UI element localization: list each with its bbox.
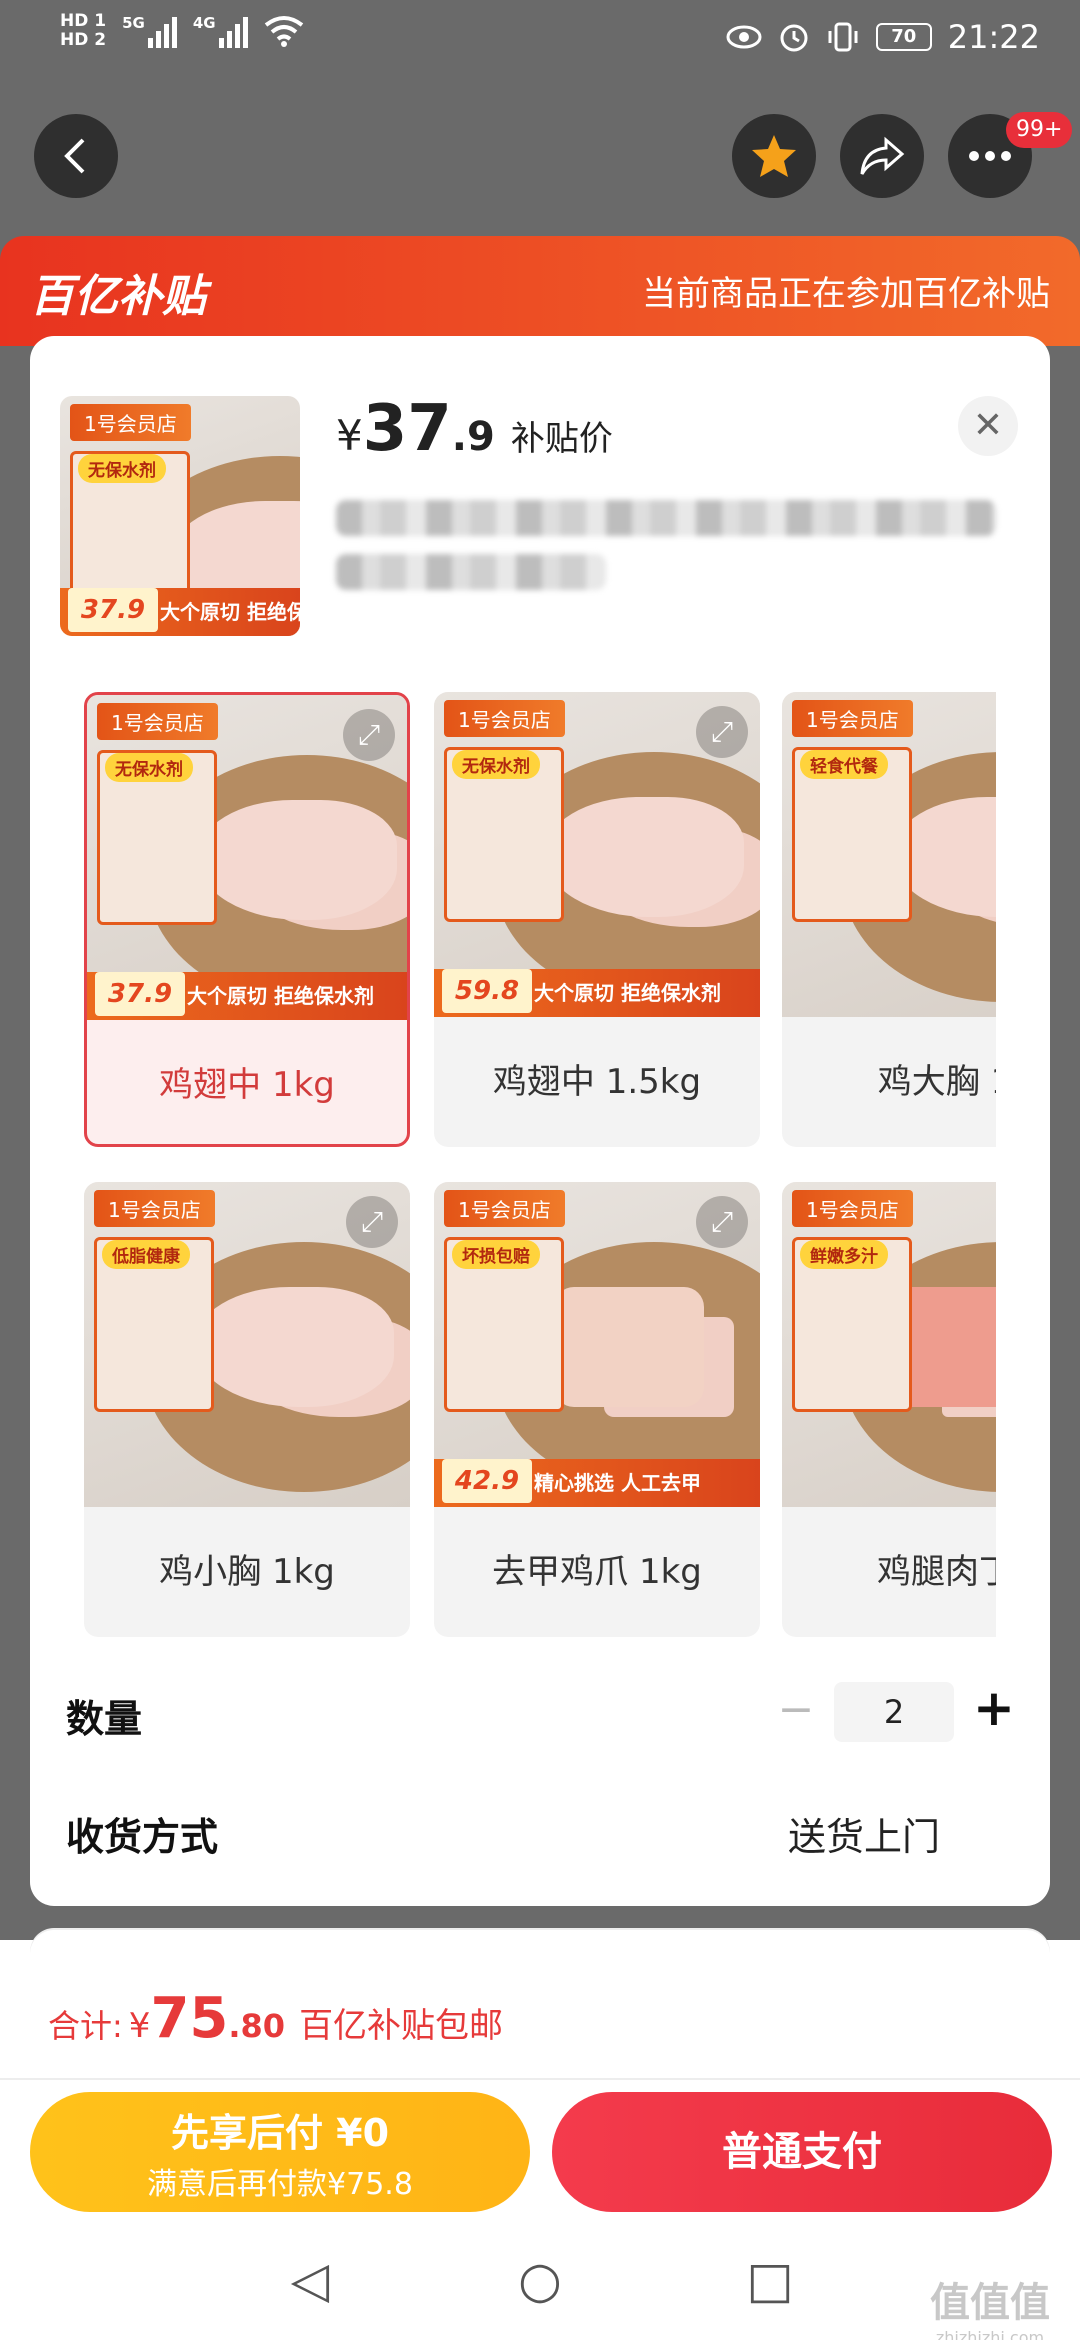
pay-later-button[interactable]: 先享后付 ¥0 满意后再付款¥75.8 <box>30 2092 530 2212</box>
variant-card[interactable]: 1号会员店 低脂健康 ⤢ 鸡小胸 1kg <box>84 1182 410 1637</box>
back-arrow-icon <box>64 138 85 174</box>
wifi-icon <box>264 16 303 47</box>
quantity-label: 数量 <box>66 1697 143 1741</box>
variant-card[interactable]: 1号会员店 无保水剂 大个原切 拒绝保水剂 59.8 ⤢ 鸡翅中 1.5kg <box>434 692 760 1147</box>
more-icon <box>969 151 1011 161</box>
share-button[interactable] <box>840 114 924 198</box>
variant-tag: 低脂健康 <box>102 1240 190 1269</box>
section-divider-card <box>30 1930 1050 1960</box>
variant-tag: 无保水剂 <box>105 753 193 782</box>
variant-label: 鸡小胸 1kg <box>159 1552 335 1592</box>
price-tag: 补贴价 <box>510 419 613 459</box>
brand-badge: 1号会员店 <box>444 700 565 737</box>
delivery-label: 收货方式 <box>66 1815 219 1859</box>
notification-badge: 99+ <box>1006 112 1073 148</box>
variant-label: 鸡翅中 1.5kg <box>492 1062 702 1102</box>
price-integer: 37 <box>362 392 452 466</box>
watermark-main: 值值值 <box>930 2280 1050 2326</box>
hd2-indicator: HD 2 <box>60 30 107 50</box>
system-back-icon[interactable]: ◁ <box>280 2250 340 2310</box>
variant-tag: 无保水剂 <box>452 750 540 779</box>
product-price: ¥ 37 .9 补贴价 <box>336 392 613 466</box>
watermark-logo: 值值值 zhizhizhi.com <box>930 2270 1050 2340</box>
close-button[interactable]: ✕ <box>958 396 1018 456</box>
brand-badge: 1号会员店 <box>97 703 218 740</box>
blurred-product-title <box>336 500 1016 610</box>
variant-price: 42.9 <box>442 1459 532 1503</box>
product-thumbnail[interactable]: 1号会员店 无保水剂 大个原切 拒绝保水剂 37.9 <box>60 396 300 636</box>
total-currency: ¥ <box>128 2006 151 2046</box>
thumb-price: 37.9 <box>68 588 158 632</box>
alarm-icon <box>780 24 808 52</box>
variant-price: 37.9 <box>95 972 185 1016</box>
back-button[interactable] <box>34 114 118 198</box>
status-left: HD 1 HD 2 5G 4G <box>60 12 304 50</box>
system-recent-icon[interactable]: □ <box>740 2250 800 2310</box>
hd1-indicator: HD 1 <box>60 11 107 31</box>
price-currency: ¥ <box>336 411 363 460</box>
clock: 21:22 <box>947 18 1040 56</box>
signal-5g-icon: 5G <box>122 14 177 48</box>
variant-label: 鸡大胸 1 <box>877 1062 996 1102</box>
variant-card[interactable]: 1号会员店 轻食代餐 鸡大胸 1 <box>782 692 996 1147</box>
network-4g-label: 4G <box>192 14 216 32</box>
brand-badge: 1号会员店 <box>792 700 913 737</box>
subsidy-logo: 百亿补贴 <box>30 271 206 322</box>
variant-card[interactable]: 1号会员店 鲜嫩多汁 鸡腿肉丁 <box>782 1182 996 1637</box>
brand-badge: 1号会员店 <box>792 1190 913 1227</box>
eye-icon <box>726 25 762 49</box>
price-decimal: .9 <box>451 414 495 460</box>
signal-4g-icon: 4G <box>193 14 248 48</box>
total-integer: 75 <box>150 1986 229 2051</box>
variant-tag: 鲜嫩多汁 <box>800 1240 888 1269</box>
variant-grid: 1号会员店 无保水剂 大个原切 拒绝保水剂 37.9 ⤢ 鸡翅中 1kg 1号会… <box>82 690 996 1645</box>
variant-tag: 轻食代餐 <box>800 750 888 779</box>
expand-icon[interactable]: ⤢ <box>346 1196 398 1248</box>
divider <box>0 2078 1080 2080</box>
variant-label: 鸡腿肉丁 <box>877 1552 996 1592</box>
total-label: 合计: <box>48 2007 123 2045</box>
brand-badge: 1号会员店 <box>94 1190 215 1227</box>
share-icon <box>860 136 905 175</box>
variant-price: 59.8 <box>442 969 532 1013</box>
vibrate-icon <box>828 22 858 52</box>
variant-card[interactable]: 1号会员店 无保水剂 大个原切 拒绝保水剂 37.9 ⤢ 鸡翅中 1kg <box>84 692 410 1147</box>
expand-icon[interactable]: ⤢ <box>343 709 395 761</box>
total-decimal: .80 <box>228 2007 286 2045</box>
status-right: 70 21:22 <box>726 18 1040 56</box>
subsidy-note: 当前商品正在参加百亿补贴 <box>642 274 1050 314</box>
subsidy-banner: 百亿补贴 当前商品正在参加百亿补贴 <box>0 236 1080 346</box>
battery-indicator: 70 <box>875 23 932 51</box>
hd-indicators: HD 1 HD 2 <box>60 12 106 50</box>
brand-badge: 1号会员店 <box>444 1190 565 1227</box>
quantity-decrease-button[interactable]: − <box>776 1688 816 1732</box>
expand-icon[interactable]: ⤢ <box>696 706 748 758</box>
delivery-method[interactable]: 送货上门 <box>788 1806 940 1861</box>
variant-image: 1号会员店 鲜嫩多汁 <box>782 1182 996 1507</box>
status-bar: HD 1 HD 2 5G 4G 70 21:22 <box>0 0 1080 80</box>
variant-image: 1号会员店 轻食代餐 <box>782 692 996 1017</box>
quantity-increase-button[interactable]: + <box>972 1683 1016 1733</box>
normal-pay-button[interactable]: 普通支付 <box>552 2092 1052 2212</box>
system-home-icon[interactable]: ○ <box>510 2250 570 2310</box>
order-total: 合计: ¥ 75 .80 百亿补贴包邮 <box>48 1986 503 2051</box>
thumb-tag: 无保水剂 <box>78 454 166 483</box>
pay-later-title: 先享后付 ¥0 <box>170 2111 390 2155</box>
expand-icon[interactable]: ⤢ <box>696 1196 748 1248</box>
pay-later-subtitle: 满意后再付款¥75.8 <box>147 2167 413 2202</box>
network-5g-label: 5G <box>122 14 145 32</box>
favorite-button[interactable] <box>732 114 816 198</box>
variant-tag: 坏损包赔 <box>452 1240 540 1269</box>
brand-badge: 1号会员店 <box>70 404 191 441</box>
variant-label: 去甲鸡爪 1kg <box>492 1552 702 1592</box>
variant-card[interactable]: 1号会员店 坏损包赔 精心挑选 人工去甲 42.9 ⤢ 去甲鸡爪 1kg <box>434 1182 760 1637</box>
star-icon <box>752 135 796 177</box>
total-note: 百亿补贴包邮 <box>299 2006 504 2046</box>
variant-label: 鸡翅中 1kg <box>159 1065 335 1105</box>
close-icon: ✕ <box>972 405 1004 446</box>
watermark-sub: zhizhizhi.com <box>935 2328 1045 2340</box>
product-thumbnail-image: 1号会员店 无保水剂 大个原切 拒绝保水剂 37.9 <box>60 396 300 636</box>
quantity-input[interactable]: 2 <box>834 1682 954 1742</box>
